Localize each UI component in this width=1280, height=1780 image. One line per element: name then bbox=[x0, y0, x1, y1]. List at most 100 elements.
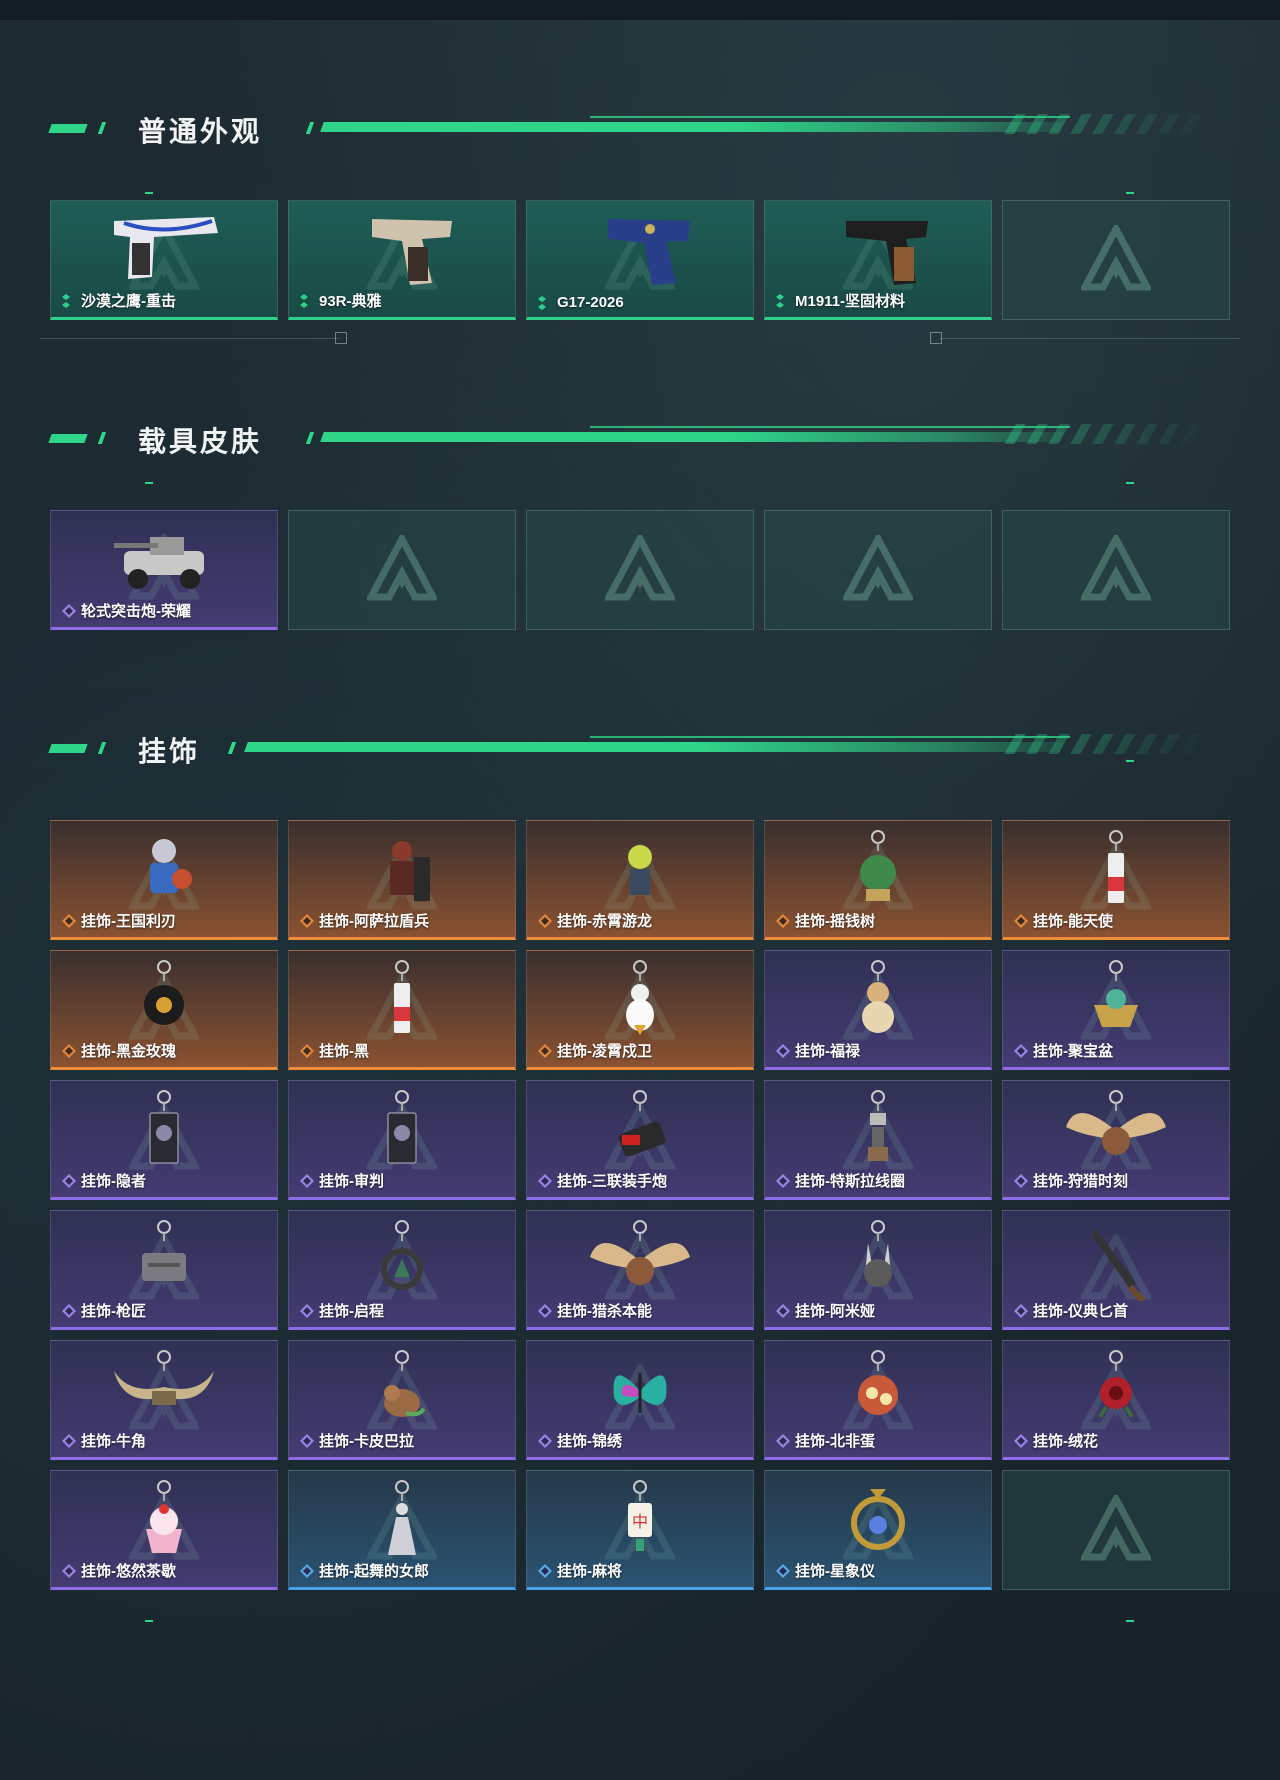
rose-badge-icon bbox=[144, 960, 184, 1025]
butterfly-icon bbox=[613, 1373, 667, 1413]
item-card[interactable]: 挂饰-启程 bbox=[288, 1210, 516, 1330]
item-label-row: 挂饰-赤霄游龙 bbox=[537, 910, 652, 931]
item-card[interactable]: 挂饰-星象仪 bbox=[764, 1470, 992, 1590]
pistol-93r-icon bbox=[372, 219, 452, 285]
dagger-icon bbox=[1092, 1229, 1146, 1301]
tag-icon bbox=[1108, 830, 1124, 903]
rarity-diamond-icon bbox=[538, 1173, 552, 1188]
horns-icon bbox=[114, 1350, 214, 1405]
rarity-diamond-icon bbox=[1014, 1303, 1028, 1318]
item-card[interactable]: 挂饰-枪匠 bbox=[50, 1210, 278, 1330]
item-label-row: 挂饰-阿萨拉盾兵 bbox=[299, 910, 429, 931]
deco-line bbox=[40, 338, 340, 339]
item-name: 挂饰-隐者 bbox=[81, 1173, 146, 1190]
item-card[interactable]: 挂饰-聚宝盆 bbox=[1002, 950, 1230, 1070]
item-card[interactable]: 挂饰-黑 bbox=[288, 950, 516, 1070]
item-card[interactable]: M1911-坚固材料 bbox=[764, 200, 992, 320]
item-card[interactable]: 挂饰-阿萨拉盾兵 bbox=[288, 820, 516, 940]
item-card[interactable]: 挂饰-黑金玫瑰 bbox=[50, 950, 278, 1070]
item-card[interactable]: 挂饰-隐者 bbox=[50, 1080, 278, 1200]
item-label-row: 挂饰-卡皮巴拉 bbox=[299, 1430, 414, 1451]
item-label-row: 挂饰-摇钱树 bbox=[775, 910, 875, 931]
item-name: 挂饰-摇钱树 bbox=[795, 913, 875, 930]
item-card[interactable]: 挂饰-阿米娅 bbox=[764, 1210, 992, 1330]
section-title: 普通外观 bbox=[138, 115, 263, 148]
header-accent-bar bbox=[48, 124, 88, 133]
flower-icon bbox=[1098, 1350, 1134, 1419]
item-card[interactable]: 挂饰-凌霄戍卫 bbox=[526, 950, 754, 1070]
item-card[interactable]: 挂饰-猎杀本能 bbox=[526, 1210, 754, 1330]
rarity-diamond-icon bbox=[1014, 1173, 1028, 1188]
deco-line bbox=[940, 338, 1240, 339]
item-card[interactable]: 挂饰-牛角 bbox=[50, 1340, 278, 1460]
item-card[interactable]: 挂饰-审判 bbox=[288, 1080, 516, 1200]
section-title: 挂饰 bbox=[138, 735, 201, 768]
item-card[interactable]: 挂饰-绒花 bbox=[1002, 1340, 1230, 1460]
antlers-icon bbox=[590, 1220, 690, 1285]
vehicle-skins-grid: 轮式突击炮-荣耀 bbox=[50, 510, 1230, 630]
header-thin-line bbox=[590, 116, 1070, 118]
item-name: 挂饰-黑金玫瑰 bbox=[81, 1043, 176, 1060]
item-card[interactable]: 挂饰-北非蛋 bbox=[764, 1340, 992, 1460]
item-label-row: 挂饰-聚宝盆 bbox=[1013, 1040, 1113, 1061]
item-label-row: 挂饰-三联装手炮 bbox=[537, 1170, 667, 1191]
dragon-figure-icon bbox=[628, 845, 652, 895]
item-label-row: 挂饰-黑 bbox=[299, 1040, 369, 1061]
item-label-row: 挂饰-福禄 bbox=[775, 1040, 860, 1061]
svg-text:中: 中 bbox=[632, 1513, 648, 1531]
header-accent-tick bbox=[97, 122, 107, 134]
item-card[interactable]: G17-2026 bbox=[526, 200, 754, 320]
item-label-row: 挂饰-能天使 bbox=[1013, 910, 1113, 931]
astrolabe-icon bbox=[851, 1489, 905, 1550]
item-card[interactable]: 挂饰-锦绣 bbox=[526, 1340, 754, 1460]
item-card[interactable]: 挂饰-狩猎时刻 bbox=[1002, 1080, 1230, 1200]
header-line bbox=[244, 742, 1064, 752]
header-accent-bar bbox=[48, 744, 88, 753]
item-card[interactable]: 挂饰-特斯拉线圈 bbox=[764, 1080, 992, 1200]
item-card[interactable]: 沙漠之鹰-重击 bbox=[50, 200, 278, 320]
item-card[interactable]: 挂饰-仪典匕首 bbox=[1002, 1210, 1230, 1330]
rarity-diamond-icon bbox=[62, 293, 70, 308]
item-name: 挂饰-三联装手炮 bbox=[557, 1173, 667, 1190]
item-name: 挂饰-阿米娅 bbox=[795, 1303, 875, 1320]
item-name: G17-2026 bbox=[557, 294, 624, 311]
item-label-row: 轮式突击炮-荣耀 bbox=[61, 600, 191, 621]
item-label-row: M1911-坚固材料 bbox=[775, 290, 905, 311]
item-card[interactable]: 挂饰-起舞的女郎 bbox=[288, 1470, 516, 1590]
item-label-row: 挂饰-猎杀本能 bbox=[537, 1300, 652, 1321]
item-name: 挂饰-仪典匕首 bbox=[1033, 1303, 1128, 1320]
item-card[interactable]: 中挂饰-麻将 bbox=[526, 1470, 754, 1590]
item-card[interactable]: 93R-典雅 bbox=[288, 200, 516, 320]
normal-skins-grid: 沙漠之鹰-重击 93R-典雅 G17-2026 M1911-坚固材料 bbox=[50, 200, 1230, 320]
rarity-diamond-icon bbox=[300, 1563, 314, 1578]
item-name: M1911-坚固材料 bbox=[795, 293, 906, 310]
item-card[interactable]: 挂饰-能天使 bbox=[1002, 820, 1230, 940]
item-label-row: 挂饰-黑金玫瑰 bbox=[61, 1040, 176, 1061]
item-name: 挂饰-能天使 bbox=[1033, 913, 1113, 930]
rarity-diamond-icon bbox=[62, 603, 76, 618]
item-card[interactable]: 挂饰-福禄 bbox=[764, 950, 992, 1070]
deco-tick bbox=[1126, 760, 1134, 762]
item-card[interactable]: 挂饰-三联装手炮 bbox=[526, 1080, 754, 1200]
duck-icon bbox=[626, 960, 654, 1035]
item-card[interactable]: 挂饰-悠然茶歇 bbox=[50, 1470, 278, 1590]
item-label-row: 挂饰-绒花 bbox=[1013, 1430, 1098, 1451]
item-label-row: 93R-典雅 bbox=[299, 290, 382, 311]
deco-tick bbox=[1126, 192, 1134, 194]
coil-icon bbox=[868, 1090, 888, 1161]
bowl-icon bbox=[1094, 960, 1138, 1027]
rarity-diamond-icon bbox=[538, 295, 546, 310]
item-card[interactable]: 挂饰-摇钱树 bbox=[764, 820, 992, 940]
item-card[interactable]: 轮式突击炮-荣耀 bbox=[50, 510, 278, 630]
card-icon bbox=[149, 1090, 179, 1164]
shield-soldier-icon bbox=[390, 841, 430, 901]
item-name: 挂饰-福禄 bbox=[795, 1043, 860, 1060]
item-card[interactable]: 挂饰-卡皮巴拉 bbox=[288, 1340, 516, 1460]
deco-square bbox=[335, 332, 347, 344]
item-card[interactable]: 挂饰-王国利刃 bbox=[50, 820, 278, 940]
rarity-diamond-icon bbox=[1014, 1433, 1028, 1448]
item-label-row: 挂饰-仪典匕首 bbox=[1013, 1300, 1128, 1321]
item-label-row: 挂饰-审判 bbox=[299, 1170, 384, 1191]
empty-slot bbox=[288, 510, 516, 630]
item-card[interactable]: 挂饰-赤霄游龙 bbox=[526, 820, 754, 940]
